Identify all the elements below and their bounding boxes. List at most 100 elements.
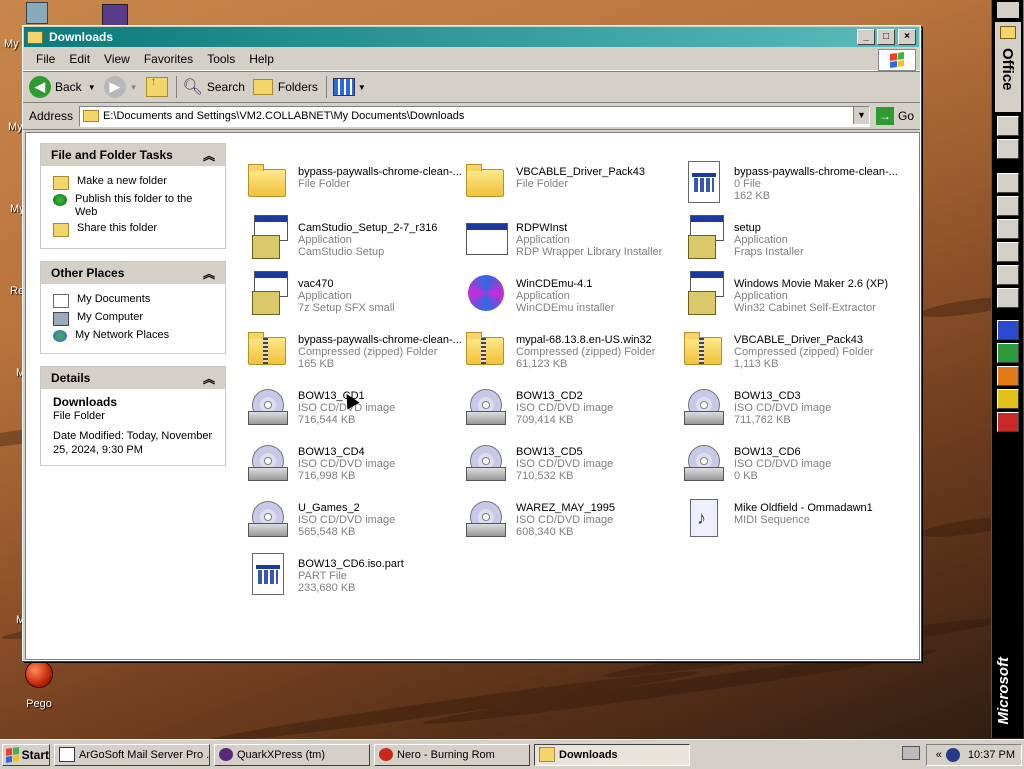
file-item[interactable]: BOW13_CD4 ISO CD/DVD image 716,998 KB bbox=[244, 437, 462, 487]
file-item[interactable]: WAREZ_MAY_1995 ISO CD/DVD image 608,340 KB bbox=[462, 493, 680, 543]
back-button[interactable]: ◀ Back ▼ bbox=[29, 76, 96, 98]
menu-help[interactable]: Help bbox=[242, 50, 281, 68]
file-detail: WinCDEmu installer bbox=[516, 302, 615, 314]
file-type: PART File bbox=[298, 570, 347, 582]
access-icon[interactable] bbox=[996, 412, 1019, 432]
file-type: File Folder bbox=[298, 178, 350, 190]
disc-image-icon bbox=[244, 381, 292, 429]
go-arrow-icon[interactable]: → bbox=[875, 107, 894, 125]
word-icon[interactable] bbox=[996, 320, 1019, 340]
back-dropdown-icon[interactable]: ▼ bbox=[88, 83, 96, 92]
panel-header[interactable]: File and Folder Tasks ︽ bbox=[41, 144, 225, 166]
office-shortcut-button[interactable] bbox=[996, 139, 1019, 159]
menu-favorites[interactable]: Favorites bbox=[137, 50, 200, 68]
up-folder-button[interactable]: ↑ bbox=[145, 74, 168, 97]
taskbar-button-downloads[interactable]: Downloads bbox=[534, 743, 690, 766]
file-item[interactable]: BOW13_CD2 ISO CD/DVD image 709,414 KB bbox=[462, 381, 680, 431]
clock[interactable]: 10:37 PM bbox=[968, 749, 1015, 761]
views-button[interactable]: ▼ bbox=[332, 78, 366, 96]
folder-icon bbox=[83, 110, 100, 122]
file-item[interactable]: VBCABLE_Driver_Pack43 File Folder bbox=[462, 157, 680, 207]
file-item[interactable]: bypass-paywalls-chrome-clean-... 0 File 16… bbox=[680, 157, 898, 207]
file-item[interactable]: BOW13_CD6 ISO CD/DVD image 0 KB bbox=[680, 437, 898, 487]
desktop-icon-label[interactable]: My bbox=[4, 38, 19, 50]
desktop-icon[interactable] bbox=[26, 2, 48, 24]
powerpoint-icon[interactable] bbox=[996, 366, 1019, 386]
file-item[interactable]: WinCDEmu-4.1 Application WinCDEmu installe… bbox=[462, 269, 680, 319]
start-button[interactable]: Start bbox=[2, 743, 50, 766]
file-item[interactable]: bypass-paywalls-chrome-clean-... Compress… bbox=[244, 325, 462, 375]
title-bar[interactable]: Downloads _ □ × bbox=[24, 27, 919, 47]
place-my-network-places[interactable]: My Network Places bbox=[53, 329, 213, 342]
file-item[interactable]: CamStudio_Setup_2-7_r316 Application CamSt… bbox=[244, 213, 462, 263]
office-bar-menu-icon[interactable] bbox=[996, 2, 1019, 18]
midi-icon bbox=[680, 493, 728, 541]
file-item[interactable]: BOW13_CD6.iso.part PART File 233,680 KB bbox=[244, 549, 462, 599]
desktop-icon-pego[interactable]: Pego bbox=[14, 660, 64, 710]
outlook-message-icon[interactable] bbox=[996, 173, 1019, 193]
menu-tools[interactable]: Tools bbox=[200, 50, 242, 68]
note-icon[interactable] bbox=[996, 288, 1019, 308]
place-my-computer[interactable]: My Computer bbox=[53, 311, 213, 326]
tray-expand-chevron-icon[interactable]: « bbox=[936, 749, 942, 761]
address-dropdown-icon[interactable]: ▼ bbox=[852, 106, 869, 124]
desktop-icon-label[interactable]: My bbox=[8, 121, 23, 133]
file-item[interactable]: BOW13_CD3 ISO CD/DVD image 711,762 KB bbox=[680, 381, 898, 431]
file-item[interactable]: RDPWInst Application RDP Wrapper Library I… bbox=[462, 213, 680, 263]
file-item[interactable]: Mike Oldfield - Ommadawn1MIDI Sequence bbox=[680, 493, 898, 543]
file-name: BOW13_CD6.iso.part bbox=[298, 558, 404, 570]
keyboard-icon[interactable] bbox=[902, 746, 920, 760]
file-item[interactable]: mypal-68.13.8.en-US.win32 Compressed (zip… bbox=[462, 325, 680, 375]
outlook-icon[interactable] bbox=[996, 389, 1019, 409]
desktop-icon[interactable] bbox=[102, 4, 128, 26]
file-name: WinCDEmu-4.1 bbox=[516, 278, 593, 290]
tray-app-icon[interactable] bbox=[945, 747, 960, 762]
file-item[interactable]: vac470 Application 7z Setup SFX small bbox=[244, 269, 462, 319]
file-item[interactable]: BOW13_CD5 ISO CD/DVD image 710,532 KB bbox=[462, 437, 680, 487]
file-detail: 608,340 KB bbox=[516, 526, 574, 538]
views-dropdown-icon[interactable]: ▼ bbox=[358, 83, 366, 92]
journal-icon[interactable] bbox=[996, 265, 1019, 285]
file-item[interactable]: setup Application Fraps Installer bbox=[680, 213, 898, 263]
file-item[interactable]: bypass-paywalls-chrome-clean-... File Fol… bbox=[244, 157, 462, 207]
taskbar-button-nero[interactable]: Nero - Burning Rom bbox=[374, 743, 530, 766]
office-bar-title[interactable]: Office bbox=[994, 22, 1021, 112]
file-item[interactable]: VBCABLE_Driver_Pack43 Compressed (zipped)… bbox=[680, 325, 898, 375]
task-make-new-folder[interactable]: Make a new folder bbox=[53, 175, 213, 190]
file-name: RDPWInst bbox=[516, 222, 568, 234]
maximize-button[interactable]: □ bbox=[877, 29, 895, 45]
menu-edit[interactable]: Edit bbox=[62, 50, 97, 68]
address-input[interactable]: E:\Documents and Settings\VM2.COLLABNET\… bbox=[79, 105, 870, 127]
taskbar-button-quarkxpress[interactable]: QuarkXPress (tm) bbox=[214, 743, 370, 766]
go-button[interactable]: Go bbox=[898, 109, 914, 123]
close-button[interactable]: × bbox=[898, 29, 916, 45]
collapse-chevron-icon[interactable]: ︽ bbox=[203, 147, 215, 164]
taskbar-button-argosoft[interactable]: ArGoSoft Mail Server Pro ... bbox=[54, 743, 210, 766]
panel-header[interactable]: Other Places ︽ bbox=[41, 262, 225, 284]
forward-dropdown-icon[interactable]: ▼ bbox=[130, 83, 138, 92]
file-item[interactable]: Windows Movie Maker 2.6 (XP) Application W… bbox=[680, 269, 898, 319]
calendar-icon[interactable] bbox=[996, 196, 1019, 216]
collapse-chevron-icon[interactable]: ︽ bbox=[203, 370, 215, 387]
minimize-button[interactable]: _ bbox=[857, 29, 875, 45]
panel-header[interactable]: Details ︽ bbox=[41, 367, 225, 389]
search-button[interactable]: 🔍︎ Search bbox=[183, 77, 245, 97]
application-icon bbox=[462, 213, 510, 261]
menu-view[interactable]: View bbox=[97, 50, 137, 68]
office-shortcut-button[interactable] bbox=[996, 116, 1019, 136]
task-share-folder[interactable]: Share this folder bbox=[53, 222, 213, 237]
pego-icon bbox=[25, 660, 53, 688]
installer-icon bbox=[680, 213, 728, 261]
menu-file[interactable]: File bbox=[29, 50, 62, 68]
office-title-label: Office bbox=[999, 48, 1016, 91]
place-my-documents[interactable]: My Documents bbox=[53, 293, 213, 308]
task-icon[interactable] bbox=[996, 219, 1019, 239]
contact-icon[interactable] bbox=[996, 242, 1019, 262]
forward-button[interactable]: ▶ ▼ bbox=[103, 76, 138, 98]
file-item[interactable]: U_Games_2 ISO CD/DVD image 565,548 KB bbox=[244, 493, 462, 543]
task-publish-to-web[interactable]: Publish this folder to the Web bbox=[53, 193, 213, 219]
folders-button[interactable]: Folders bbox=[252, 79, 318, 95]
collapse-chevron-icon[interactable]: ︽ bbox=[203, 265, 215, 282]
file-detail: 711,762 KB bbox=[734, 414, 791, 426]
excel-icon[interactable] bbox=[996, 343, 1019, 363]
